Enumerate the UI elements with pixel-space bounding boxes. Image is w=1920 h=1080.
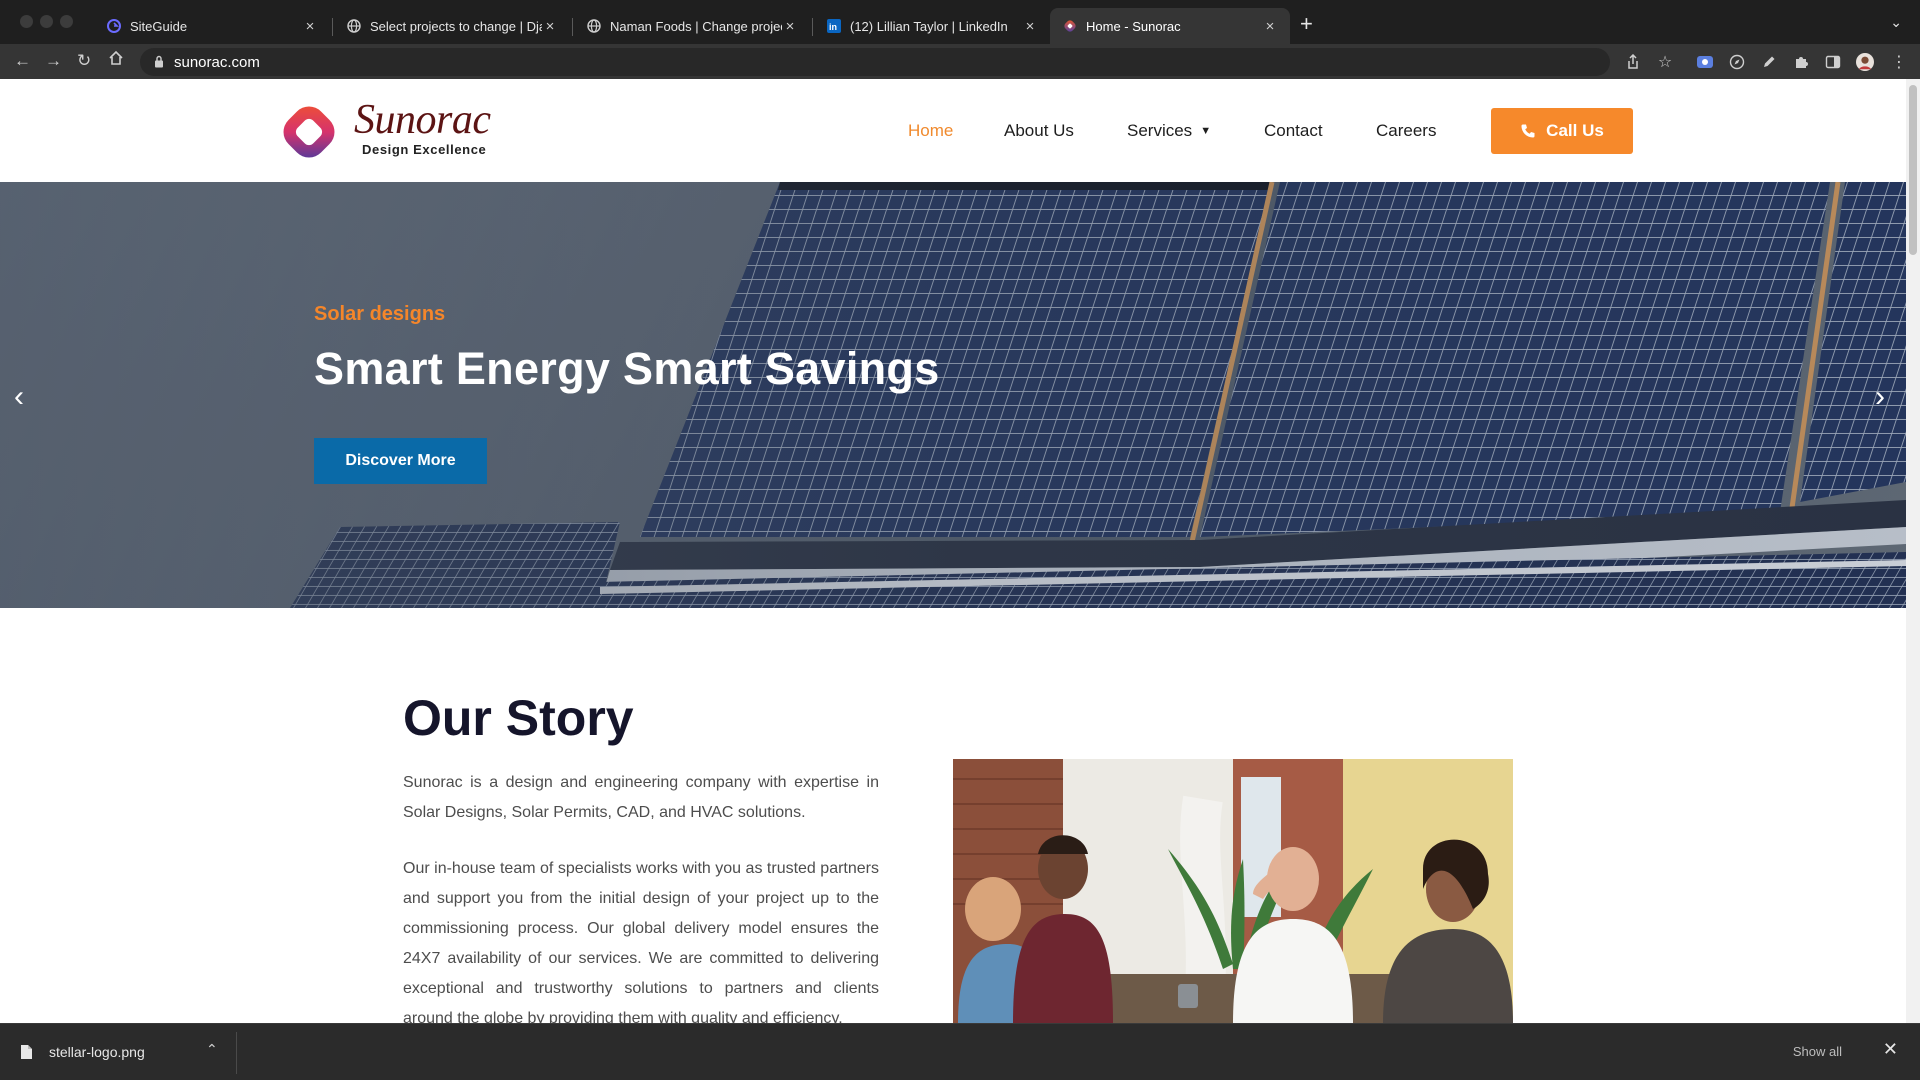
phone-icon xyxy=(1521,124,1535,138)
window-minimize-dot[interactable] xyxy=(40,15,53,28)
tab-search-chevron-icon[interactable]: ⌄ xyxy=(1890,14,1902,31)
tab-separator xyxy=(812,18,813,36)
nav-careers[interactable]: Careers xyxy=(1376,121,1436,141)
logo-tagline: Design Excellence xyxy=(362,142,487,157)
show-all-downloads-link[interactable]: Show all xyxy=(1793,1044,1842,1059)
home-icon[interactable] xyxy=(108,50,124,71)
globe-icon xyxy=(586,18,602,34)
nav-services-label: Services xyxy=(1127,121,1193,140)
slider-prev-chevron-icon[interactable]: ‹ xyxy=(14,382,24,412)
page-viewport: Sunorac Design Excellence Home About Us … xyxy=(0,79,1920,1023)
screen-capture-extension-icon[interactable] xyxy=(1696,53,1714,71)
nav-services[interactable]: Services ▼ xyxy=(1127,121,1211,141)
download-file-name[interactable]: stellar-logo.png xyxy=(49,1044,145,1060)
tab-close-icon[interactable]: × xyxy=(542,18,558,35)
sunorac-icon xyxy=(1062,18,1078,34)
call-us-button[interactable]: Call Us xyxy=(1491,108,1633,154)
chevron-up-icon[interactable]: ⌃ xyxy=(206,1041,218,1058)
browser-tab-bar: SiteGuide × Select projects to change | … xyxy=(0,0,1920,44)
file-icon xyxy=(20,1044,33,1065)
slider-next-chevron-icon[interactable]: › xyxy=(1875,382,1885,412)
tab-title: SiteGuide xyxy=(130,18,188,34)
sunorac-logo-icon[interactable] xyxy=(276,99,342,165)
site-header: Sunorac Design Excellence Home About Us … xyxy=(0,79,1906,182)
tab-select-projects[interactable]: Select projects to change | Dja × xyxy=(334,8,570,44)
lock-icon xyxy=(154,55,164,73)
tab-linkedin[interactable]: in (12) Lillian Taylor | LinkedIn × xyxy=(814,8,1050,44)
nav-about-us[interactable]: About Us xyxy=(1004,121,1074,141)
extensions-puzzle-icon[interactable] xyxy=(1792,53,1810,71)
address-bar[interactable]: sunorac.com xyxy=(140,48,1610,76)
tab-siteguide[interactable]: SiteGuide × xyxy=(94,8,330,44)
tab-separator xyxy=(332,18,333,36)
close-icon[interactable]: ✕ xyxy=(1883,1039,1898,1060)
window-zoom-dot[interactable] xyxy=(60,15,73,28)
tab-close-icon[interactable]: × xyxy=(782,18,798,35)
back-arrow-icon[interactable]: ← xyxy=(14,51,31,71)
chevron-down-icon: ▼ xyxy=(1200,125,1212,137)
logo-wordmark[interactable]: Sunorac xyxy=(354,96,491,144)
hero-kicker: Solar designs xyxy=(314,303,446,325)
side-panel-icon[interactable] xyxy=(1824,53,1842,71)
scrollbar-thumb[interactable] xyxy=(1909,85,1917,255)
svg-text:in: in xyxy=(829,22,837,32)
tab-title: Home - Sunorac xyxy=(1086,18,1181,34)
discover-more-button[interactable]: Discover More xyxy=(314,438,487,484)
hero-title: Smart Energy Smart Savings xyxy=(314,343,940,394)
tab-naman-foods[interactable]: Naman Foods | Change project × xyxy=(574,8,810,44)
reload-icon[interactable]: ↻ xyxy=(77,51,91,71)
browser-toolbar: ← → ↻ sunorac.com ☆ ⋮ xyxy=(0,44,1920,79)
shelf-divider xyxy=(236,1032,237,1074)
browser-menu-icon[interactable]: ⋮ xyxy=(1890,53,1908,71)
pen-extension-icon[interactable] xyxy=(1760,53,1778,71)
tab-home-sunorac[interactable]: Home - Sunorac × xyxy=(1050,8,1290,44)
tab-title: Select projects to change | Dja xyxy=(370,18,542,34)
tab-title: Naman Foods | Change project xyxy=(610,18,782,34)
tab-close-icon[interactable]: × xyxy=(1022,18,1038,35)
compass-extension-icon[interactable] xyxy=(1728,53,1746,71)
share-icon[interactable] xyxy=(1624,53,1642,71)
siteguide-icon xyxy=(106,18,122,34)
our-story-heading: Our Story xyxy=(403,690,634,746)
story-paragraph: Our in-house team of specialists works w… xyxy=(403,860,879,1023)
hero-overlay xyxy=(0,182,1906,608)
nav-contact[interactable]: Contact xyxy=(1264,121,1323,141)
bookmark-star-icon[interactable]: ☆ xyxy=(1656,53,1674,71)
call-us-label: Call Us xyxy=(1546,121,1604,140)
forward-arrow-icon[interactable]: → xyxy=(45,51,62,71)
tab-close-icon[interactable]: × xyxy=(302,18,318,35)
tab-close-icon[interactable]: × xyxy=(1262,18,1278,35)
hero-slider: Solar designs Smart Energy Smart Savings… xyxy=(0,182,1906,608)
page-scrollbar[interactable] xyxy=(1906,79,1920,1023)
url-text: sunorac.com xyxy=(174,54,260,71)
nav-home[interactable]: Home xyxy=(908,121,953,141)
globe-icon xyxy=(346,18,362,34)
linkedin-icon: in xyxy=(826,18,842,34)
story-paragraph: Sunorac is a design and engineering comp… xyxy=(403,774,879,821)
download-shelf: stellar-logo.png ⌃ Show all ✕ xyxy=(0,1023,1920,1080)
tab-separator xyxy=(572,18,573,36)
tab-title: (12) Lillian Taylor | LinkedIn xyxy=(850,18,1008,34)
team-meeting-image xyxy=(953,759,1513,1023)
new-tab-button[interactable]: + xyxy=(1300,12,1313,36)
window-close-dot[interactable] xyxy=(20,15,33,28)
profile-avatar[interactable] xyxy=(1856,53,1874,71)
